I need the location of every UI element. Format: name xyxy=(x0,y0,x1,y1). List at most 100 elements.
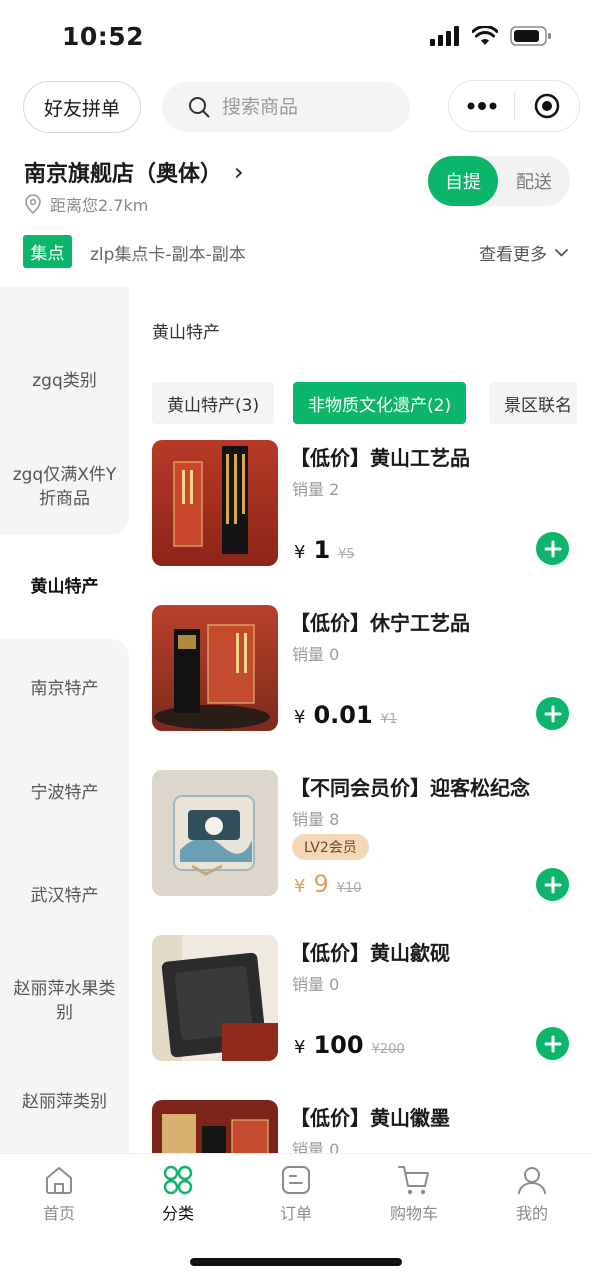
product-name: 【低价】黄山徽墨 xyxy=(290,1106,450,1130)
add-to-cart-button[interactable] xyxy=(536,697,569,730)
product-name: 【不同会员价】迎客松纪念 xyxy=(290,776,530,800)
tab-label: 分类 xyxy=(161,1204,194,1223)
product-image xyxy=(152,770,278,896)
status-bar: 10:52 xyxy=(0,0,592,72)
chip-huangshan[interactable]: 黄山特产(3) xyxy=(152,382,275,424)
product-name: 【低价】黄山工艺品 xyxy=(290,446,470,470)
tab-profile[interactable]: 我的 xyxy=(487,1164,577,1224)
search-icon xyxy=(189,97,210,118)
product-price: ¥1 ¥5 xyxy=(294,536,355,564)
price-amount: 100 xyxy=(313,1031,364,1059)
sidebar-item-huangshan[interactable]: 黄山特产 xyxy=(0,563,129,611)
original-price: ¥200 xyxy=(371,1042,405,1057)
miniprogram-capsule xyxy=(448,80,580,132)
add-to-cart-button[interactable] xyxy=(536,532,569,565)
points-card-name[interactable]: zlp集点卡-副本-副本 xyxy=(90,240,246,265)
product-name: 【低价】休宁工艺品 xyxy=(290,611,470,635)
sidebar-item-wuhan[interactable]: 武汉特产 xyxy=(0,872,129,920)
distance-text: 距离您2.7km xyxy=(50,196,149,215)
tab-cart[interactable]: 购物车 xyxy=(369,1164,459,1224)
product-card[interactable]: 【不同会员价】迎客松纪念 销量 8 LV2会员 ¥9 ¥10 xyxy=(152,770,572,901)
product-price: ¥0.01 ¥1 xyxy=(294,701,397,729)
order-icon xyxy=(282,1166,310,1194)
price-amount: 9 xyxy=(313,870,329,898)
chevron-right-icon: › xyxy=(234,158,244,186)
see-more-button[interactable]: 查看更多 xyxy=(479,240,568,265)
price-currency: ¥ xyxy=(294,1037,306,1058)
price-currency: ¥ xyxy=(294,542,306,563)
delivery-mode-button[interactable]: 配送 xyxy=(498,156,570,206)
product-price: ¥9 ¥10 xyxy=(294,870,362,898)
status-time: 10:52 xyxy=(62,22,145,51)
plus-icon xyxy=(544,876,561,893)
original-price: ¥10 xyxy=(336,881,362,896)
section-title: 黄山特产 xyxy=(152,323,220,343)
tab-label: 首页 xyxy=(42,1204,75,1223)
location-pin-icon xyxy=(25,194,41,214)
add-to-cart-button[interactable] xyxy=(536,868,569,901)
sidebar-item-zlp-category[interactable]: 赵丽萍类别 xyxy=(0,1078,129,1126)
product-card[interactable]: 【低价】黄山工艺品 销量 2 ¥1 ¥5 xyxy=(152,440,572,568)
original-price: ¥5 xyxy=(338,547,355,562)
close-miniprogram-button[interactable] xyxy=(515,81,579,131)
chevron-down-icon xyxy=(555,248,568,256)
price-currency: ¥ xyxy=(294,876,306,897)
product-sales: 销量 0 xyxy=(292,645,340,664)
group-order-button[interactable]: 好友拼单 xyxy=(23,81,141,133)
product-name: 【低价】黄山歙砚 xyxy=(290,941,450,965)
home-indicator xyxy=(190,1258,402,1266)
product-card[interactable]: 【低价】休宁工艺品 销量 0 ¥0.01 ¥1 xyxy=(152,605,572,733)
sidebar-item-zgq-discount[interactable]: zgq仅满X件Y折商品 xyxy=(0,459,129,515)
price-amount: 1 xyxy=(313,536,331,564)
product-image xyxy=(152,440,278,566)
tab-label: 我的 xyxy=(515,1204,548,1223)
sidebar-item-zlp-fruit[interactable]: 赵丽萍水果类别 xyxy=(0,973,129,1029)
tab-label: 订单 xyxy=(279,1204,312,1223)
plus-icon xyxy=(544,705,561,722)
store-name: 南京旗舰店（奥体） xyxy=(24,162,223,187)
product-image xyxy=(152,605,278,731)
sidebar-item-ningbo[interactable]: 宁波特产 xyxy=(0,769,129,817)
chip-scenic-collab[interactable]: 景区联名 xyxy=(489,382,577,424)
category-sidebar: zgq类别 zgq仅满X件Y折商品 黄山特产 南京特产 宁波特产 武汉特产 赵丽… xyxy=(0,287,129,1153)
product-sales: 销量 0 xyxy=(292,975,340,994)
sidebar-item-nanjing[interactable]: 南京特产 xyxy=(0,665,129,713)
tab-label: 购物车 xyxy=(389,1204,438,1223)
target-icon xyxy=(534,93,560,119)
search-box[interactable] xyxy=(162,82,410,132)
battery-icon xyxy=(510,26,551,46)
member-level-badge: LV2会员 xyxy=(292,834,369,860)
sidebar-item-zgq-category[interactable]: zgq类别 xyxy=(0,357,129,405)
search-input[interactable] xyxy=(222,96,392,118)
product-sales: 销量 2 xyxy=(292,480,340,499)
chip-intangible-heritage[interactable]: 非物质文化遗产(2) xyxy=(293,382,467,424)
subcategory-chips: 黄山特产(3) 非物质文化遗产(2) 景区联名 xyxy=(152,382,577,424)
store-distance: 距离您2.7km xyxy=(24,192,148,216)
wifi-icon xyxy=(472,26,498,45)
plus-icon xyxy=(544,1035,561,1052)
price-amount: 0.01 xyxy=(313,701,373,729)
tab-category[interactable]: 分类 xyxy=(133,1164,223,1224)
original-price: ¥1 xyxy=(380,712,398,727)
cellular-signal-icon xyxy=(430,26,459,46)
see-more-label: 查看更多 xyxy=(479,245,547,265)
more-menu-button[interactable] xyxy=(449,81,514,131)
plus-icon xyxy=(544,540,561,557)
status-icons xyxy=(430,26,552,46)
product-price: ¥100 ¥200 xyxy=(294,1031,405,1059)
profile-icon xyxy=(518,1167,546,1195)
home-icon xyxy=(46,1167,72,1194)
product-card[interactable]: 【低价】黄山歙砚 销量 0 ¥100 ¥200 xyxy=(152,935,572,1063)
tab-home[interactable]: 首页 xyxy=(14,1164,104,1224)
product-sales: 销量 8 xyxy=(292,810,340,829)
add-to-cart-button[interactable] xyxy=(536,1027,569,1060)
delivery-mode-toggle: 自提 配送 xyxy=(428,156,570,206)
category-icon xyxy=(163,1165,193,1195)
pickup-mode-button[interactable]: 自提 xyxy=(428,156,498,206)
points-badge: 集点 xyxy=(23,235,72,268)
tab-orders[interactable]: 订单 xyxy=(251,1164,341,1224)
price-currency: ¥ xyxy=(294,707,306,728)
store-selector[interactable]: 南京旗舰店（奥体） › xyxy=(24,156,244,188)
cart-icon xyxy=(398,1166,429,1195)
product-image xyxy=(152,935,278,1061)
